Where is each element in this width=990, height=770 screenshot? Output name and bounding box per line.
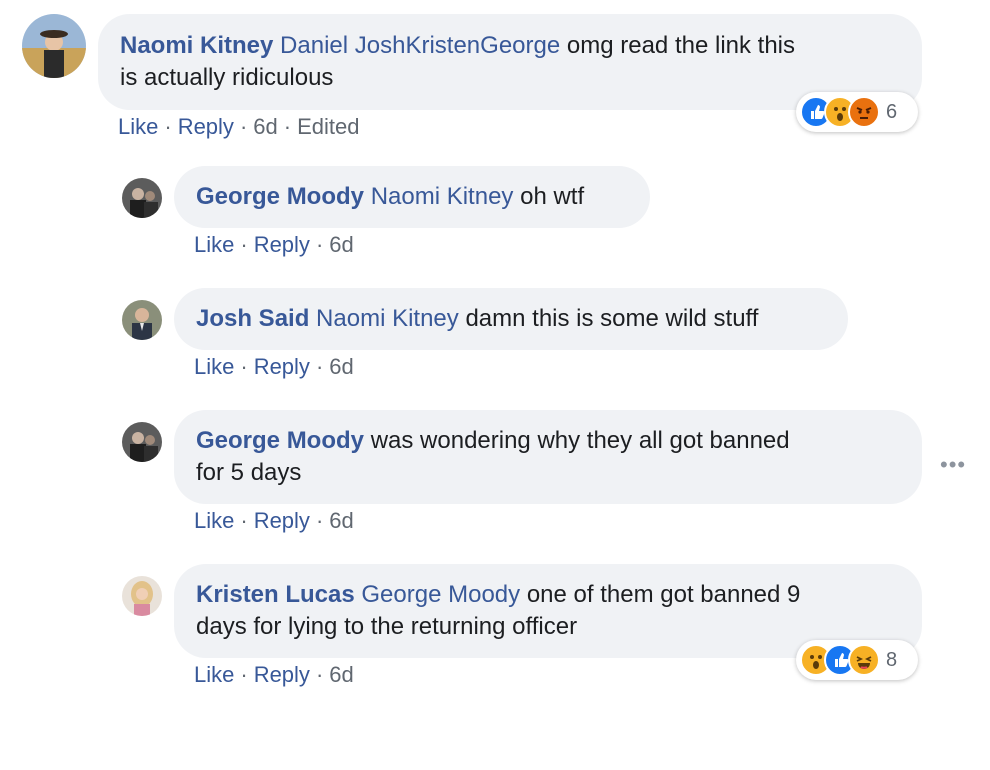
mention-tag[interactable]: Naomi Kitney bbox=[371, 183, 514, 210]
comment-author[interactable]: Kristen Lucas bbox=[196, 581, 355, 608]
comment-author[interactable]: Josh Said bbox=[196, 305, 309, 332]
avatar[interactable] bbox=[122, 300, 162, 340]
timestamp[interactable]: 6d bbox=[329, 232, 353, 257]
comment-text: days for lying to the returning officer bbox=[196, 613, 578, 640]
edited-label: Edited bbox=[297, 114, 360, 139]
mention-tag[interactable]: Kristen bbox=[405, 32, 480, 59]
mention-tag[interactable]: Daniel Josh bbox=[280, 32, 405, 59]
comment-text: for 5 days bbox=[196, 459, 302, 486]
comment-text: is actually ridiculous bbox=[120, 64, 334, 91]
reply-link[interactable]: Reply bbox=[254, 354, 310, 379]
reply-link[interactable]: Reply bbox=[178, 114, 234, 139]
reaction-count: 8 bbox=[886, 648, 898, 671]
more-options-icon[interactable]: ••• bbox=[940, 452, 966, 478]
timestamp[interactable]: 6d bbox=[329, 508, 353, 533]
like-link[interactable]: Like bbox=[118, 114, 158, 139]
reaction-summary[interactable]: 6 bbox=[796, 92, 918, 132]
like-link[interactable]: Like bbox=[194, 354, 234, 379]
reply-link[interactable]: Reply bbox=[254, 508, 310, 533]
comment-bubble: Naomi Kitney Daniel JoshKristenGeorge om… bbox=[98, 14, 922, 110]
like-link[interactable]: Like bbox=[194, 508, 234, 533]
comment-text: oh wtf bbox=[520, 183, 585, 210]
comment-author[interactable]: George Moody bbox=[196, 427, 364, 454]
like-link[interactable]: Like bbox=[194, 232, 234, 257]
comment-text: one of them got banned 9 bbox=[526, 581, 801, 608]
comment-actions: Like · Reply · 6d bbox=[194, 354, 354, 379]
comment-bubble: Josh Said Naomi Kitney damn this is some… bbox=[174, 288, 848, 350]
comment-bubble: George Moody Naomi Kitney oh wtf bbox=[174, 166, 650, 228]
reaction-count: 6 bbox=[886, 100, 898, 123]
avatar[interactable] bbox=[122, 422, 162, 462]
comment-author[interactable]: George Moody bbox=[196, 183, 364, 210]
haha-icon bbox=[848, 644, 880, 676]
timestamp[interactable]: 6d bbox=[329, 662, 353, 687]
mention-tag[interactable]: George bbox=[480, 32, 560, 59]
comment-text: was wondering why they all got banned bbox=[370, 427, 790, 454]
avatar[interactable] bbox=[22, 14, 86, 78]
comment-actions: Like · Reply · 6d bbox=[194, 508, 354, 533]
like-link[interactable]: Like bbox=[194, 662, 234, 687]
comment-actions: Like · Reply · 6d bbox=[194, 232, 354, 257]
comment-actions: Like · Reply · 6d · Edited bbox=[118, 114, 360, 139]
comment-text: omg read the link this bbox=[566, 32, 796, 59]
comment-actions: Like · Reply · 6d bbox=[194, 662, 354, 687]
reply-link[interactable]: Reply bbox=[254, 232, 310, 257]
mention-tag[interactable]: George Moody bbox=[361, 581, 520, 608]
timestamp[interactable]: 6d bbox=[329, 354, 353, 379]
reply-link[interactable]: Reply bbox=[254, 662, 310, 687]
timestamp[interactable]: 6d bbox=[253, 114, 277, 139]
mention-tag[interactable]: Naomi Kitney bbox=[316, 305, 459, 332]
comment-author[interactable]: Naomi Kitney bbox=[120, 32, 273, 59]
reaction-summary[interactable]: 8 bbox=[796, 640, 918, 680]
avatar[interactable] bbox=[122, 178, 162, 218]
comment-bubble: George Moody was wondering why they all … bbox=[174, 410, 922, 504]
comment-text: damn this is some wild stuff bbox=[465, 305, 759, 332]
avatar[interactable] bbox=[122, 576, 162, 616]
angry-icon bbox=[848, 96, 880, 128]
